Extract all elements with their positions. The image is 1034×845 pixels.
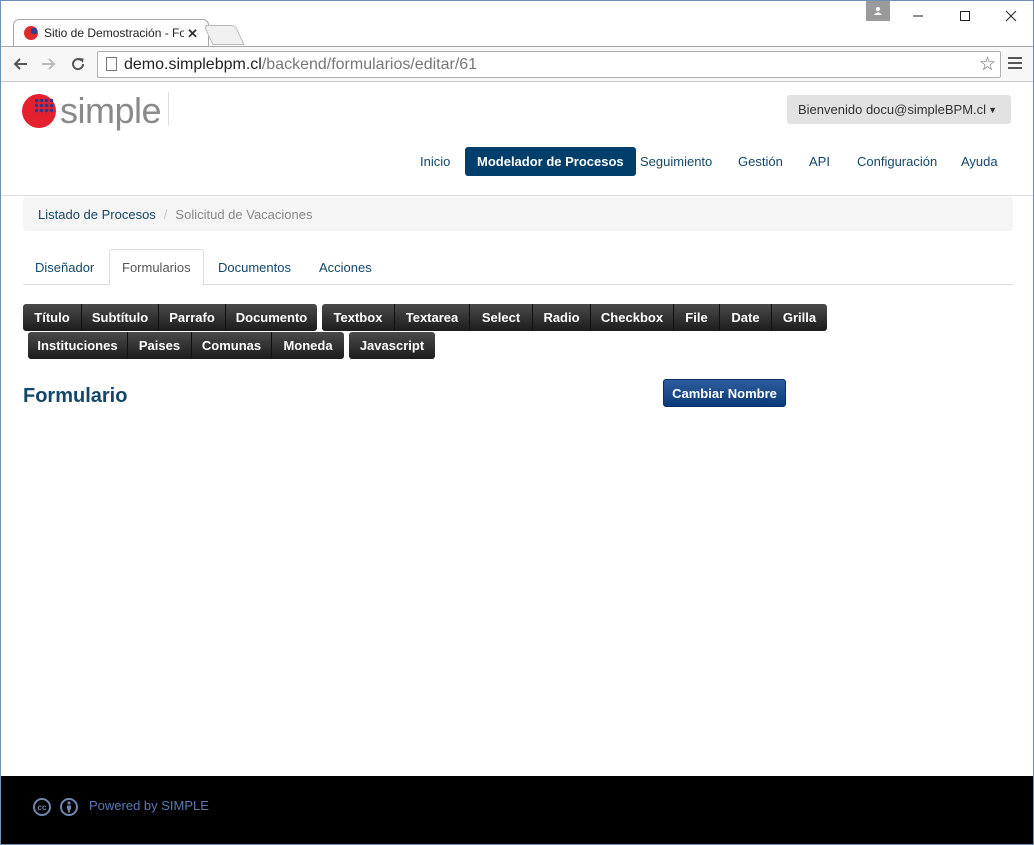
breadcrumb-parent-link[interactable]: Listado de Procesos: [38, 207, 156, 222]
creative-commons-icon: cc: [33, 798, 51, 816]
breadcrumb: Listado de Procesos / Solicitud de Vacac…: [23, 197, 1013, 231]
user-menu-button[interactable]: Bienvenido docu@simpleBPM.cl ▼: [787, 95, 1011, 124]
header-divider: [1, 195, 1033, 196]
nav-configuracion[interactable]: Configuración: [857, 147, 937, 176]
nav-modelador-de-procesos[interactable]: Modelador de Procesos: [465, 147, 636, 176]
add-textarea-button[interactable]: Textarea: [395, 304, 470, 331]
logo-text: simple: [60, 90, 162, 131]
close-tab-icon[interactable]: ✕: [187, 26, 198, 42]
tab-acciones[interactable]: Acciones: [307, 249, 384, 285]
nav-gestion[interactable]: Gestión: [738, 147, 783, 176]
add-file-button[interactable]: File: [674, 304, 720, 331]
nav-api[interactable]: API: [809, 147, 830, 176]
tab-documentos[interactable]: Documentos: [206, 249, 303, 285]
caret-down-icon: ▼: [988, 104, 997, 115]
breadcrumb-separator: /: [163, 206, 168, 222]
browser-menu-icon[interactable]: [1008, 55, 1022, 71]
add-subtitulo-button[interactable]: Subtítulo: [82, 304, 159, 331]
welcome-text: Bienvenido docu@simpleBPM.cl: [798, 102, 987, 117]
simple-logo-icon: [22, 94, 56, 128]
url-host: demo.simplebpm.cl: [124, 55, 262, 73]
rename-form-button[interactable]: Cambiar Nombre: [663, 379, 786, 407]
nav-inicio[interactable]: Inicio: [420, 147, 450, 176]
address-bar[interactable]: demo.simplebpm.cl/backend/formularios/ed…: [97, 51, 1001, 78]
site-favicon-icon: [24, 26, 38, 40]
page-icon: [106, 57, 117, 71]
page-tabs: Diseñador Formularios Documentos Accione…: [23, 249, 1013, 286]
nav-ayuda[interactable]: Ayuda: [961, 147, 998, 176]
reload-icon[interactable]: [67, 53, 89, 75]
form-title: Formulario: [23, 385, 128, 407]
minimize-icon[interactable]: [896, 1, 940, 31]
attribution-icon: [60, 798, 78, 816]
add-radio-button[interactable]: Radio: [533, 304, 591, 331]
add-select-button[interactable]: Select: [470, 304, 533, 331]
browser-tab[interactable]: Sitio de Demostración - Fo ✕: [13, 19, 209, 46]
add-parrafo-button[interactable]: Parrafo: [159, 304, 226, 331]
add-instituciones-button[interactable]: Instituciones: [28, 332, 128, 359]
logo-divider: [168, 92, 169, 126]
add-javascript-button[interactable]: Javascript: [349, 332, 435, 359]
simple-logo[interactable]: simple: [22, 90, 162, 132]
tab-disenador[interactable]: Diseñador: [23, 249, 106, 285]
browser-window: Sitio de Demostración - Fo ✕ demo.simple…: [0, 0, 1034, 845]
nav-seguimiento[interactable]: Seguimiento: [640, 147, 712, 176]
add-date-button[interactable]: Date: [720, 304, 772, 331]
profile-icon[interactable]: [866, 1, 890, 21]
tab-strip: Sitio de Demostración - Fo ✕: [1, 1, 1033, 46]
browser-tab-title: Sitio de Demostración - Fo: [44, 26, 184, 40]
url-path: /backend/formularios/editar/61: [261, 55, 478, 73]
site-content: simple Bienvenido docu@simpleBPM.cl ▼ In…: [1, 83, 1033, 777]
add-titulo-button[interactable]: Título: [23, 304, 82, 331]
add-grilla-button[interactable]: Grilla: [772, 304, 827, 331]
new-tab-button[interactable]: [203, 25, 245, 45]
browser-toolbar: demo.simplebpm.cl/backend/formularios/ed…: [1, 46, 1033, 82]
tab-formularios[interactable]: Formularios: [109, 249, 204, 286]
bookmark-star-icon[interactable]: ☆: [979, 53, 996, 76]
breadcrumb-current: Solicitud de Vacaciones: [175, 206, 313, 222]
add-textbox-button[interactable]: Textbox: [322, 304, 395, 331]
add-documento-button[interactable]: Documento: [226, 304, 317, 331]
forward-arrow-icon[interactable]: [38, 53, 60, 75]
add-moneda-button[interactable]: Moneda: [272, 332, 344, 359]
powered-by-link[interactable]: Powered by SIMPLE: [89, 798, 209, 813]
close-window-icon[interactable]: [989, 1, 1033, 31]
add-paises-button[interactable]: Paises: [128, 332, 192, 359]
footer: cc Powered by SIMPLE: [1, 776, 1033, 844]
add-comunas-button[interactable]: Comunas: [192, 332, 272, 359]
back-arrow-icon[interactable]: [9, 53, 31, 75]
maximize-icon[interactable]: [943, 1, 987, 31]
add-checkbox-button[interactable]: Checkbox: [591, 304, 674, 331]
